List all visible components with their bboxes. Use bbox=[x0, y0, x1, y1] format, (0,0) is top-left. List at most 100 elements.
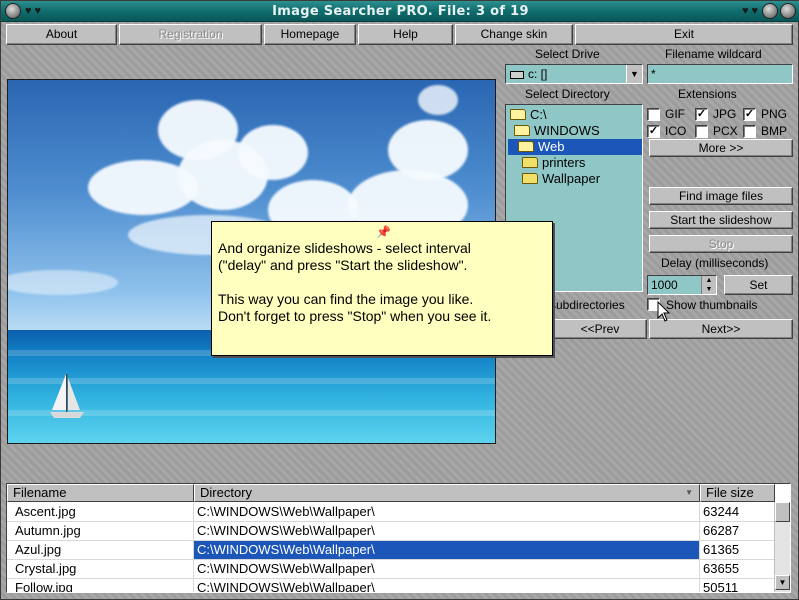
column-filename[interactable]: Filename bbox=[7, 484, 194, 502]
size-cell: 66287 bbox=[700, 522, 775, 541]
ext-pcx[interactable]: PCX bbox=[695, 123, 743, 139]
directory-cell: C:\WINDOWS\Web\Wallpaper\ bbox=[194, 560, 700, 579]
tree-item-web[interactable]: Web bbox=[508, 139, 642, 155]
tree-item-c[interactable]: C:\ bbox=[510, 107, 547, 123]
tree-item-windows[interactable]: WINDOWS bbox=[514, 123, 600, 139]
ext-ico[interactable]: ✓ ICO bbox=[647, 123, 695, 139]
tooltip-line: ("delay" and press "Start the slideshow"… bbox=[218, 257, 468, 273]
jpg-checkbox[interactable]: ✓ bbox=[695, 107, 708, 121]
prev-button[interactable]: <<Prev bbox=[553, 319, 647, 339]
directory-cell: C:\WINDOWS\Web\Wallpaper\ bbox=[194, 579, 700, 592]
sort-arrow-icon: ▼ bbox=[685, 488, 693, 497]
more-extensions-button[interactable]: More >> bbox=[649, 139, 793, 157]
cloud-shape bbox=[238, 125, 308, 180]
exit-button[interactable]: Exit bbox=[575, 24, 793, 45]
about-button[interactable]: About bbox=[6, 24, 117, 45]
directory-cell: C:\WINDOWS\Web\Wallpaper\ bbox=[194, 503, 700, 522]
start-slideshow-button[interactable]: Start the slideshow bbox=[649, 211, 793, 229]
folder-open-icon bbox=[510, 109, 526, 120]
drive-select[interactable]: c: [] ▼ bbox=[505, 64, 643, 84]
toolbar: About Registration Homepage Help Change … bbox=[6, 24, 795, 45]
tooltip-line: Don't forget to press "Stop" when you se… bbox=[218, 308, 492, 324]
extensions-row: ✓ ICO PCX BMP bbox=[647, 123, 791, 139]
filename-cell: Ascent.jpg bbox=[7, 503, 194, 522]
select-directory-label: Select Directory bbox=[525, 87, 610, 101]
find-images-button[interactable]: Find image files bbox=[649, 187, 793, 205]
maximize-button[interactable] bbox=[762, 3, 778, 19]
file-list[interactable]: Filename Directory ▼ File size Ascent.jp… bbox=[6, 483, 791, 593]
tree-item-wallpaper[interactable]: Wallpaper bbox=[522, 171, 600, 187]
table-row[interactable]: Crystal.jpg C:\WINDOWS\Web\Wallpaper\ 63… bbox=[7, 560, 775, 579]
tree-item-printers[interactable]: printers bbox=[522, 155, 585, 171]
table-row[interactable]: Ascent.jpg C:\WINDOWS\Web\Wallpaper\ 632… bbox=[7, 503, 775, 522]
filename-cell: Azul.jpg bbox=[7, 541, 194, 560]
table-row[interactable]: Follow.jpg C:\WINDOWS\Web\Wallpaper\ 505… bbox=[7, 579, 775, 592]
spin-up-icon[interactable]: ▲ bbox=[702, 276, 716, 285]
size-cell: 63655 bbox=[700, 560, 775, 579]
delay-label: Delay (milliseconds) bbox=[661, 256, 769, 270]
help-tooltip: 📌 And organize slideshows - select inter… bbox=[211, 221, 553, 356]
directory-cell: C:\WINDOWS\Web\Wallpaper\ bbox=[194, 522, 700, 541]
ext-bmp[interactable]: BMP bbox=[743, 123, 791, 139]
size-cell: 61365 bbox=[700, 541, 775, 560]
filename-wildcard-label: Filename wildcard bbox=[665, 47, 762, 61]
set-delay-button[interactable]: Set bbox=[724, 275, 793, 295]
extensions-row: GIF ✓ JPG ✓ PNG bbox=[647, 106, 791, 122]
subdirectories-label: subdirectories bbox=[550, 298, 625, 312]
bmp-checkbox[interactable] bbox=[743, 124, 756, 138]
sailboat-icon bbox=[50, 374, 84, 418]
chevron-down-icon[interactable]: ▼ bbox=[626, 65, 642, 83]
ext-jpg[interactable]: ✓ JPG bbox=[695, 106, 743, 122]
show-thumbnails-label: Show thumbnails bbox=[666, 298, 758, 312]
gif-checkbox[interactable] bbox=[647, 107, 660, 121]
heart-icon: ♥ bbox=[34, 5, 42, 17]
heart-icon: ♥ bbox=[741, 5, 749, 17]
png-checkbox[interactable]: ✓ bbox=[743, 107, 756, 121]
title-ornament-left: ♥ ♥ bbox=[25, 3, 85, 19]
scroll-thumb[interactable] bbox=[775, 502, 790, 522]
homepage-button[interactable]: Homepage bbox=[264, 24, 356, 45]
scroll-down-icon[interactable]: ▼ bbox=[775, 575, 790, 590]
pin-icon: 📌 bbox=[376, 225, 391, 239]
system-menu-button[interactable] bbox=[5, 3, 21, 19]
close-button[interactable] bbox=[780, 3, 796, 19]
ext-png[interactable]: ✓ PNG bbox=[743, 106, 791, 122]
title-ornament-right: ♥ ♥ bbox=[698, 3, 758, 19]
app-window: ♥ ♥ Image Searcher PRO. File: 3 of 19 ♥ … bbox=[0, 0, 799, 600]
tooltip-spacer bbox=[218, 274, 546, 291]
tooltip-line: And organize slideshows - select interva… bbox=[218, 240, 471, 256]
heart-icon: ♥ bbox=[751, 5, 758, 17]
spin-down-icon[interactable]: ▼ bbox=[702, 285, 716, 294]
delay-spinner[interactable]: ▲ ▼ bbox=[701, 276, 716, 294]
size-cell: 50511 bbox=[700, 579, 775, 592]
cloud-shape bbox=[418, 85, 458, 115]
heart-icon: ♥ bbox=[25, 5, 32, 17]
select-drive-label: Select Drive bbox=[535, 47, 600, 61]
stop-slideshow-button[interactable]: Stop bbox=[649, 235, 793, 253]
tooltip-line: This way you can find the image you like… bbox=[218, 291, 474, 307]
folder-icon bbox=[522, 173, 538, 184]
drive-value: c: [] bbox=[528, 67, 548, 81]
folder-open-icon bbox=[518, 141, 534, 152]
table-row-selected[interactable]: Azul.jpg C:\WINDOWS\Web\Wallpaper\ 61365 bbox=[7, 541, 775, 560]
table-row[interactable]: Autumn.jpg C:\WINDOWS\Web\Wallpaper\ 662… bbox=[7, 522, 775, 541]
column-directory[interactable]: Directory ▼ bbox=[194, 484, 700, 502]
wildcard-input[interactable]: * bbox=[647, 64, 793, 84]
change-skin-button[interactable]: Change skin bbox=[455, 24, 573, 45]
filename-cell: Crystal.jpg bbox=[7, 560, 194, 579]
filename-cell: Autumn.jpg bbox=[7, 522, 194, 541]
cloud-shape bbox=[8, 270, 118, 295]
registration-button[interactable]: Registration bbox=[119, 24, 262, 45]
folder-open-icon bbox=[514, 125, 530, 136]
ico-checkbox[interactable]: ✓ bbox=[647, 124, 660, 138]
column-file-size[interactable]: File size bbox=[700, 484, 775, 502]
title-bar[interactable]: ♥ ♥ Image Searcher PRO. File: 3 of 19 ♥ … bbox=[1, 1, 799, 22]
pcx-checkbox[interactable] bbox=[695, 124, 708, 138]
folder-icon bbox=[522, 157, 538, 168]
directory-cell: C:\WINDOWS\Web\Wallpaper\ bbox=[194, 541, 700, 560]
help-button[interactable]: Help bbox=[358, 24, 453, 45]
ext-gif[interactable]: GIF bbox=[647, 106, 695, 122]
window-title: Image Searcher PRO. File: 3 of 19 bbox=[272, 4, 529, 19]
file-list-scrollbar[interactable]: ▲ ▼ bbox=[774, 502, 790, 592]
drive-icon bbox=[510, 70, 524, 79]
